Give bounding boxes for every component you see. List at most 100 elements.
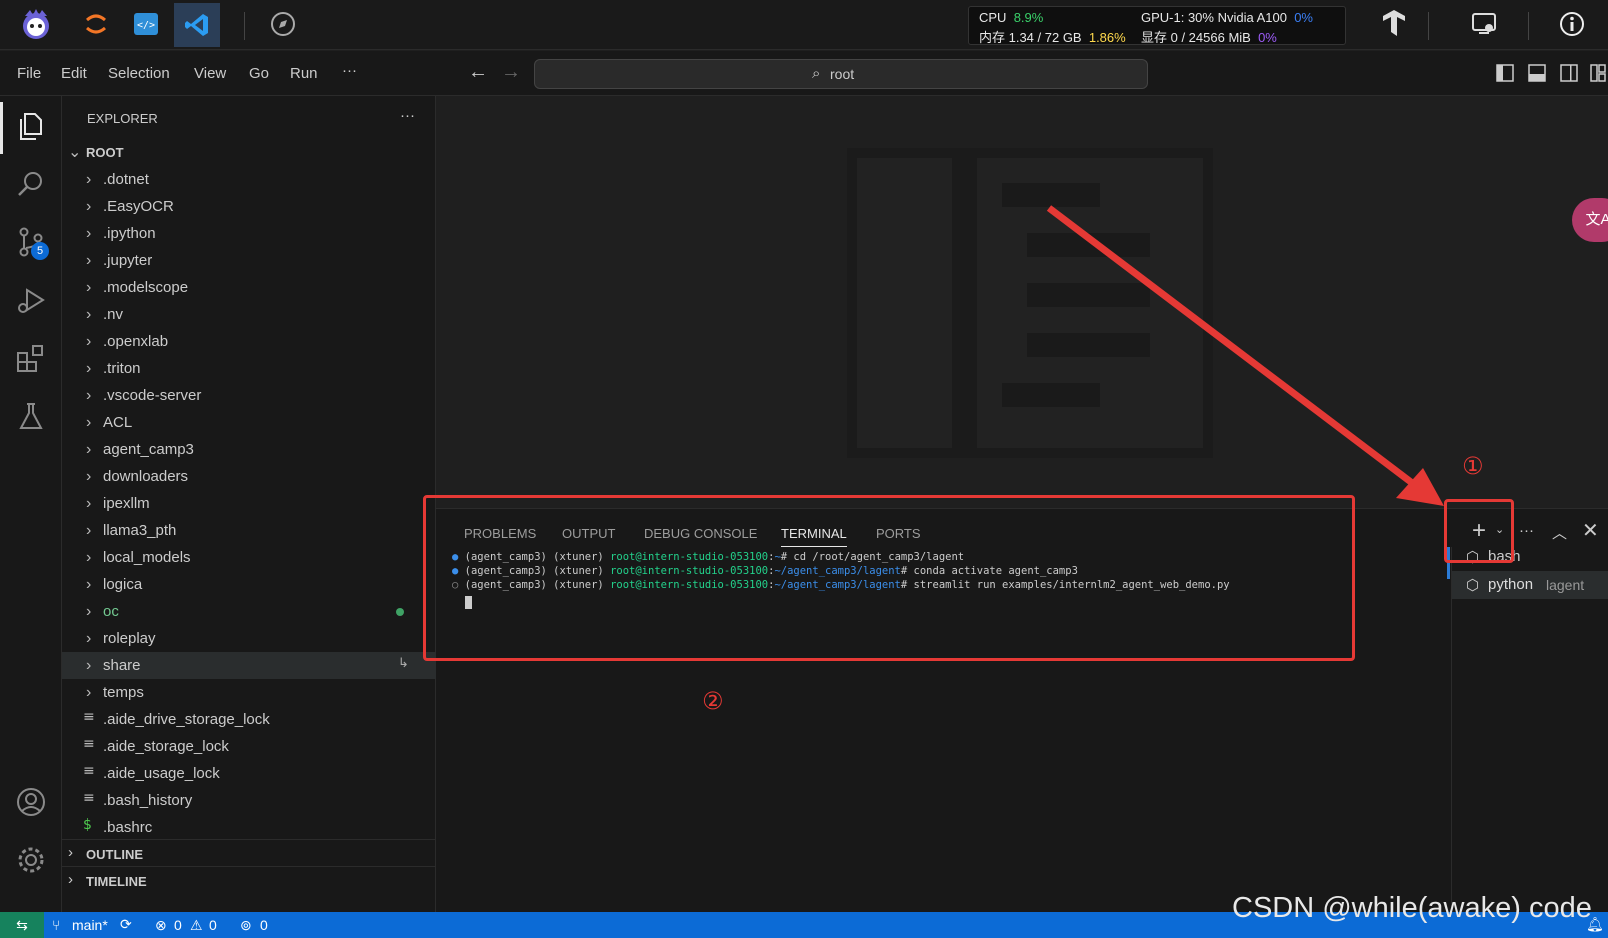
intern-studio-logo-icon[interactable] (18, 6, 54, 42)
file-item[interactable]: ≡ .bash_history (62, 787, 436, 814)
root-folder-label: ROOT (86, 145, 124, 160)
search-activity-icon[interactable] (13, 166, 49, 202)
folder-item[interactable]: › logica (62, 571, 436, 598)
chevron-right-icon: › (86, 522, 92, 539)
root-folder[interactable]: ⌄ ROOT (62, 139, 436, 166)
folder-item[interactable]: › ipexllm (62, 490, 436, 517)
explorer-more-button[interactable]: ··· (400, 107, 415, 124)
maximize-panel-icon[interactable]: ︿ (1552, 522, 1567, 543)
folder-item[interactable]: › oc (62, 598, 436, 625)
folder-item[interactable]: › roleplay (62, 625, 436, 652)
terminal-list-item[interactable]: ⬡ python lagent (1452, 571, 1608, 599)
folder-item[interactable]: › temps (62, 679, 436, 706)
file-label: .aide_storage_lock (103, 738, 229, 755)
branch-name[interactable]: main* (72, 917, 108, 933)
warning-icon: ⚠ (190, 917, 203, 933)
toggle-secondary-sidebar-icon[interactable] (1560, 64, 1578, 87)
error-count[interactable]: 0 (174, 917, 182, 933)
ports-count[interactable]: 0 (260, 917, 268, 933)
chevron-right-icon: › (86, 549, 92, 566)
toggle-panel-icon[interactable] (1528, 64, 1546, 87)
folder-label: .vscode-server (103, 387, 202, 404)
folder-item[interactable]: › ACL (62, 409, 436, 436)
folder-label: .EasyOCR (103, 198, 174, 215)
file-item[interactable]: ≡ .aide_usage_lock (62, 760, 436, 787)
file-label: .bashrc (103, 819, 153, 836)
account-icon[interactable] (13, 784, 49, 820)
menu-edit[interactable]: Edit (61, 65, 87, 82)
error-icon: ⊗ (155, 917, 167, 933)
active-indicator (0, 102, 3, 154)
code-editor-icon[interactable]: </> (128, 6, 164, 42)
tensorflow-icon[interactable] (1376, 6, 1412, 42)
search-text: root (830, 66, 855, 82)
jupyter-icon[interactable] (78, 6, 114, 42)
monitor-settings-icon[interactable] (1466, 6, 1502, 42)
chevron-right-icon: › (86, 468, 92, 485)
file-item[interactable]: $ .bashrc (62, 814, 436, 841)
chevron-right-icon: › (86, 387, 92, 404)
folder-item[interactable]: › local_models (62, 544, 436, 571)
close-panel-icon[interactable]: ✕ (1582, 518, 1599, 543)
chevron-right-icon: › (68, 871, 73, 888)
folder-label: .modelscope (103, 279, 189, 296)
file-item[interactable]: ≡ .aide_storage_lock (62, 733, 436, 760)
explorer-icon[interactable] (13, 108, 49, 144)
folder-item[interactable]: › downloaders (62, 463, 436, 490)
menu-view[interactable]: View (194, 65, 226, 82)
customize-layout-icon[interactable] (1590, 64, 1606, 87)
menu-file[interactable]: File (17, 65, 41, 82)
remote-indicator-icon[interactable]: ⇆ (0, 912, 44, 938)
folder-item[interactable]: › .openxlab (62, 328, 436, 355)
explorer-title: EXPLORER (87, 111, 158, 126)
folder-item[interactable]: › .EasyOCR (62, 193, 436, 220)
forward-arrow-icon[interactable]: → (501, 61, 521, 84)
folder-item[interactable]: › .dotnet (62, 166, 436, 193)
compass-icon[interactable] (265, 6, 301, 42)
folder-item[interactable]: › .ipython (62, 220, 436, 247)
terminal-detail: lagent (1546, 577, 1585, 593)
outline-section[interactable]: › OUTLINE (62, 839, 436, 866)
folder-item[interactable]: › .jupyter (62, 247, 436, 274)
chevron-right-icon: › (86, 252, 92, 269)
settings-gear-icon[interactable] (13, 842, 49, 878)
chevron-down-icon: ⌄ (68, 144, 82, 161)
folder-item[interactable]: › share ↳ (62, 652, 436, 679)
file-label: .aide_usage_lock (103, 765, 220, 782)
memory-value: 1.86% (1088, 30, 1126, 45)
folder-item[interactable]: › .nv (62, 301, 436, 328)
vram-value: 0% (1258, 30, 1277, 45)
sync-icon[interactable]: ⟳ (120, 916, 132, 933)
folder-item[interactable]: › llama3_pth (62, 517, 436, 544)
menu-more[interactable]: ··· (342, 62, 357, 79)
shell-file-icon: $ (83, 817, 92, 833)
folder-label: .ipython (103, 225, 156, 242)
symlink-icon: ↳ (398, 655, 409, 670)
timeline-section[interactable]: › TIMELINE (62, 866, 436, 893)
translate-icon[interactable]: 文A (1572, 198, 1608, 242)
folder-label: ipexllm (103, 495, 150, 512)
back-arrow-icon[interactable]: ← (468, 61, 488, 84)
folder-item[interactable]: › .modelscope (62, 274, 436, 301)
warning-count[interactable]: 0 (209, 917, 217, 933)
gpu-label: GPU-1: 30% Nvidia A100 (1141, 10, 1287, 25)
command-center-search[interactable]: ⌕ root (534, 59, 1148, 89)
text-file-icon: ≡ (83, 709, 95, 725)
menu-go[interactable]: Go (249, 65, 269, 82)
extensions-icon[interactable] (13, 340, 49, 376)
menu-selection[interactable]: Selection (108, 65, 170, 82)
terminal-list-divider (1451, 547, 1452, 913)
info-icon[interactable] (1554, 6, 1590, 42)
testing-flask-icon[interactable] (13, 398, 49, 434)
folder-item[interactable]: › .vscode-server (62, 382, 436, 409)
panel-more-icon[interactable]: ··· (1519, 522, 1534, 539)
file-item[interactable]: ≡ .aide_drive_storage_lock (62, 706, 436, 733)
timeline-label: TIMELINE (86, 874, 147, 889)
toggle-sidebar-icon[interactable] (1496, 64, 1514, 87)
run-debug-icon[interactable] (13, 282, 49, 318)
vscode-icon[interactable] (174, 3, 220, 47)
folder-label: share (103, 657, 141, 674)
folder-item[interactable]: › .triton (62, 355, 436, 382)
menu-run[interactable]: Run (290, 65, 318, 82)
folder-item[interactable]: › agent_camp3 (62, 436, 436, 463)
